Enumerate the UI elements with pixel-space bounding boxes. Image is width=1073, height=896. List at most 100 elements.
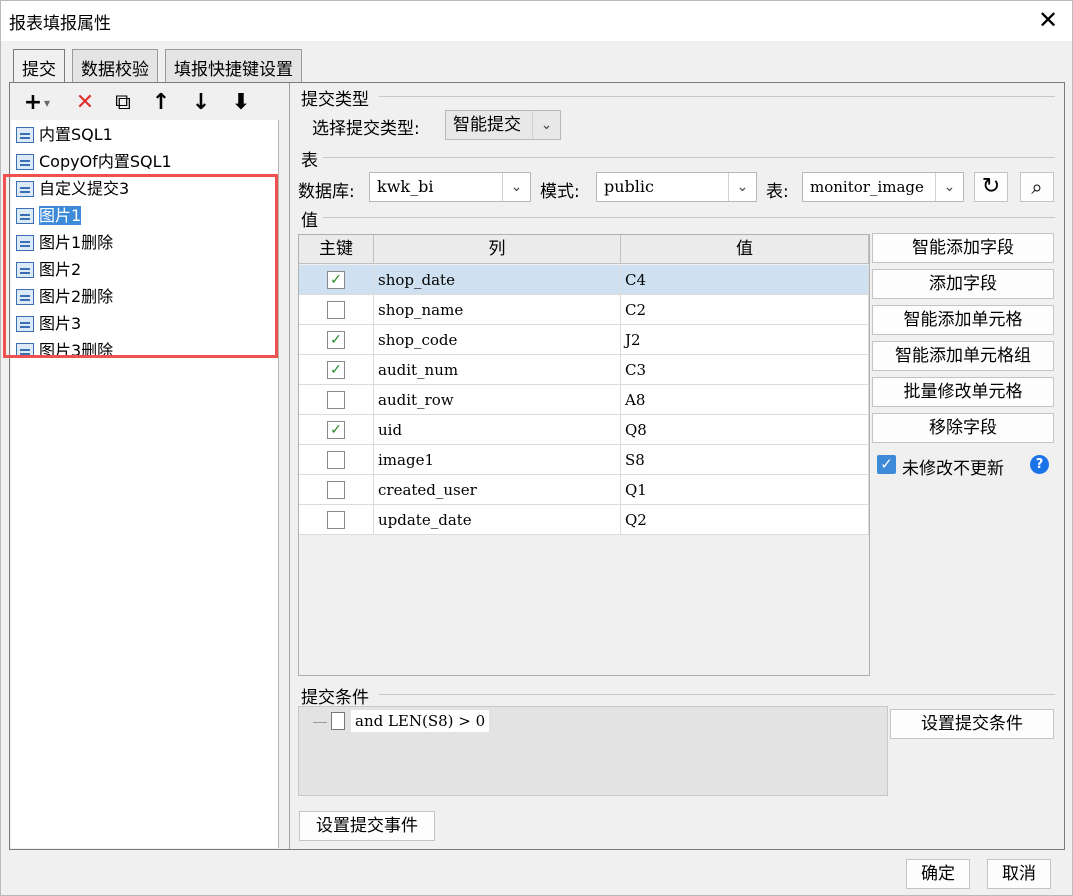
- refresh-icon[interactable]: ↻: [974, 172, 1008, 202]
- delete-icon[interactable]: ✕: [71, 89, 99, 117]
- value-cell[interactable]: S8: [621, 445, 869, 475]
- tab-submit[interactable]: 提交: [13, 49, 65, 83]
- primary-key-checkbox[interactable]: [327, 511, 345, 529]
- header-column[interactable]: 列: [374, 235, 621, 264]
- tree-connector: [313, 722, 327, 723]
- table-label: 表:: [766, 182, 789, 202]
- schema-select[interactable]: public ⌄: [596, 172, 757, 202]
- database-value: kwk_bi: [377, 177, 434, 196]
- table-row[interactable]: ✓ audit_num C3: [299, 355, 869, 385]
- table-row[interactable]: shop_name C2: [299, 295, 869, 325]
- section-values: 值: [301, 211, 318, 231]
- table-select[interactable]: monitor_image ⌄: [802, 172, 964, 202]
- condition-item[interactable]: and LEN(S8) > 0: [351, 710, 490, 732]
- preview-table-icon[interactable]: ⌕: [1020, 172, 1054, 202]
- table-row[interactable]: ✓ shop_date C4: [299, 265, 869, 295]
- value-cell[interactable]: A8: [621, 385, 869, 415]
- column-cell[interactable]: created_user: [374, 475, 621, 505]
- tab-data-validation[interactable]: 数据校验: [72, 49, 158, 82]
- primary-key-checkbox[interactable]: ✓: [327, 361, 345, 379]
- value-cell[interactable]: C3: [621, 355, 869, 385]
- splitter[interactable]: [289, 83, 290, 849]
- move-up-icon[interactable]: ↑: [147, 89, 175, 117]
- add-field-button[interactable]: 添加字段: [872, 269, 1054, 299]
- submit-type-value: 智能提交: [453, 115, 521, 135]
- column-cell[interactable]: shop_name: [374, 295, 621, 325]
- divider: [323, 157, 1055, 158]
- column-cell[interactable]: image1: [374, 445, 621, 475]
- table-row[interactable]: image1 S8: [299, 445, 869, 475]
- column-cell[interactable]: update_date: [374, 505, 621, 535]
- copy-icon[interactable]: ⧉: [109, 89, 137, 117]
- column-cell[interactable]: audit_num: [374, 355, 621, 385]
- header-primary-key[interactable]: 主键: [299, 235, 374, 264]
- primary-key-checkbox[interactable]: [327, 391, 345, 409]
- tree-item[interactable]: 内置SQL1: [13, 122, 281, 148]
- divider: [379, 96, 1055, 97]
- table-row[interactable]: created_user Q1: [299, 475, 869, 505]
- table-row[interactable]: update_date Q2: [299, 505, 869, 535]
- title-bar: 报表填报属性 ✕: [1, 1, 1072, 41]
- column-cell[interactable]: shop_date: [374, 265, 621, 295]
- value-cell[interactable]: C4: [621, 265, 869, 295]
- smart-add-cell-button[interactable]: 智能添加单元格: [872, 305, 1054, 335]
- section-submit-type: 提交类型: [301, 90, 369, 110]
- value-cell[interactable]: Q2: [621, 505, 869, 535]
- divider: [323, 217, 1055, 218]
- smart-add-field-button[interactable]: 智能添加字段: [872, 233, 1054, 263]
- table-row[interactable]: ✓ uid Q8: [299, 415, 869, 445]
- chevron-down-icon: ⌄: [502, 173, 530, 201]
- condition-tree: and LEN(S8) > 0: [298, 706, 888, 796]
- set-condition-button[interactable]: 设置提交条件: [890, 709, 1054, 739]
- table-row[interactable]: ✓ shop_code J2: [299, 325, 869, 355]
- tab-shortcut-settings[interactable]: 填报快捷键设置: [165, 49, 302, 82]
- close-icon[interactable]: ✕: [1031, 3, 1065, 37]
- field-grid: 主键 列 值 ✓ shop_date C4 shop_name C2 ✓ sho…: [298, 234, 870, 676]
- document-icon: [331, 712, 345, 730]
- tree-toolbar: + ▾ ✕ ⧉ ↑ ↓ ⬇: [11, 85, 279, 119]
- chevron-down-icon: ⌄: [935, 173, 963, 201]
- ok-button[interactable]: 确定: [906, 859, 970, 889]
- remove-field-button[interactable]: 移除字段: [872, 413, 1054, 443]
- value-cell[interactable]: J2: [621, 325, 869, 355]
- primary-key-checkbox[interactable]: [327, 301, 345, 319]
- dialog-window: 报表填报属性 ✕ 提交 数据校验 填报快捷键设置 + ▾ ✕ ⧉ ↑ ↓ ⬇ 内…: [0, 0, 1073, 896]
- set-submit-event-button[interactable]: 设置提交事件: [299, 811, 435, 841]
- value-cell[interactable]: Q8: [621, 415, 869, 445]
- database-label: 数据库:: [298, 182, 355, 202]
- cancel-button[interactable]: 取消: [987, 859, 1051, 889]
- highlight-annotation-box: [3, 174, 278, 358]
- primary-key-checkbox[interactable]: ✓: [327, 271, 345, 289]
- primary-key-checkbox[interactable]: [327, 451, 345, 469]
- window-title: 报表填报属性: [9, 14, 111, 34]
- table-icon: [16, 154, 34, 170]
- section-table: 表: [301, 151, 318, 171]
- schema-label: 模式:: [540, 182, 580, 202]
- primary-key-checkbox[interactable]: ✓: [327, 331, 345, 349]
- header-value[interactable]: 值: [621, 235, 869, 264]
- primary-key-checkbox[interactable]: ✓: [327, 421, 345, 439]
- no-update-checkbox[interactable]: ✓: [877, 455, 896, 474]
- table-icon: [16, 127, 34, 143]
- tree-item[interactable]: CopyOf内置SQL1: [13, 149, 281, 175]
- submit-type-label: 选择提交类型:: [312, 119, 420, 139]
- value-cell[interactable]: Q1: [621, 475, 869, 505]
- smart-add-cell-group-button[interactable]: 智能添加单元格组: [872, 341, 1054, 371]
- move-bottom-icon[interactable]: ⬇: [227, 89, 255, 117]
- help-icon[interactable]: ?: [1030, 455, 1049, 474]
- column-cell[interactable]: audit_row: [374, 385, 621, 415]
- value-cell[interactable]: C2: [621, 295, 869, 325]
- submit-type-select[interactable]: 智能提交 ⌄: [445, 110, 561, 140]
- batch-modify-cells-button[interactable]: 批量修改单元格: [872, 377, 1054, 407]
- column-cell[interactable]: uid: [374, 415, 621, 445]
- no-update-label: 未修改不更新: [902, 459, 1004, 479]
- primary-key-checkbox[interactable]: [327, 481, 345, 499]
- table-row[interactable]: audit_row A8: [299, 385, 869, 415]
- table-value: monitor_image: [810, 178, 924, 196]
- add-dropdown-icon[interactable]: ▾: [41, 89, 53, 117]
- move-down-icon[interactable]: ↓: [187, 89, 215, 117]
- database-select[interactable]: kwk_bi ⌄: [369, 172, 531, 202]
- column-cell[interactable]: shop_code: [374, 325, 621, 355]
- schema-value: public: [604, 177, 654, 196]
- chevron-down-icon: ⌄: [532, 111, 560, 139]
